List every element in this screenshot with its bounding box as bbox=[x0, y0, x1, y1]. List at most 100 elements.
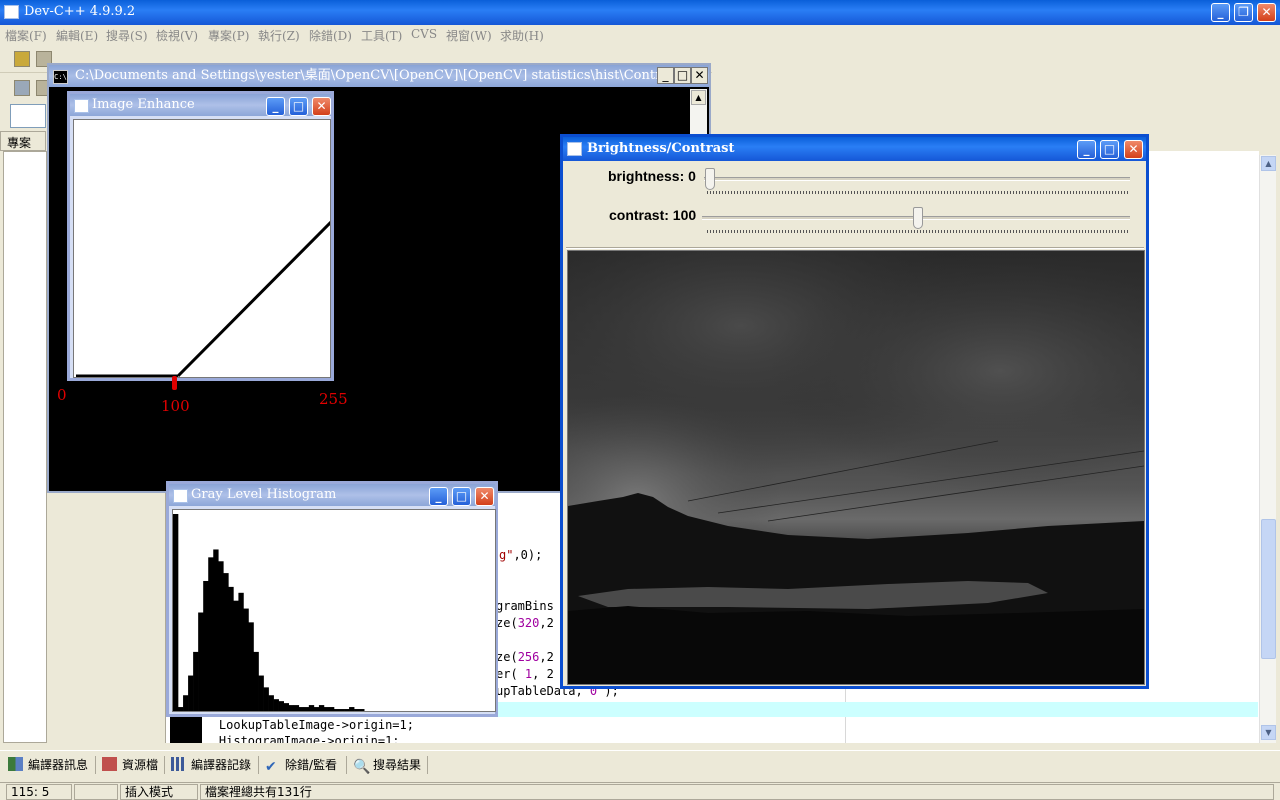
histogram-bar bbox=[253, 651, 259, 711]
brightness-track[interactable] bbox=[704, 177, 1130, 181]
histogram-bar bbox=[208, 557, 214, 711]
insert-mode: 插入模式 bbox=[120, 784, 198, 800]
console-minimize-button[interactable]: _ bbox=[657, 67, 674, 84]
menu-search[interactable]: 搜尋(S) bbox=[106, 27, 148, 44]
editor-vertical-scrollbar[interactable]: ▲ ▼ bbox=[1259, 155, 1276, 743]
histogram-svg bbox=[173, 514, 365, 711]
code-line: gramBins bbox=[496, 599, 554, 613]
contrast-slider-thumb[interactable] bbox=[913, 207, 923, 229]
histogram-bar bbox=[328, 707, 335, 711]
tab-debug-watch[interactable]: ✔ 除錯/監看 bbox=[265, 755, 337, 775]
menu-cvs[interactable]: CVS bbox=[411, 27, 437, 41]
brightness-label: brightness: 0 bbox=[608, 168, 696, 184]
axis-label-255: 255 bbox=[319, 390, 348, 408]
console-title-bar[interactable]: C:\ C:\Documents and Settings\yester\桌面\… bbox=[49, 65, 709, 87]
cursor-position: 115: 5 bbox=[6, 784, 72, 800]
histogram-bar bbox=[349, 707, 355, 711]
histogram-minimize-button[interactable]: _ bbox=[429, 487, 448, 506]
console-maximize-button[interactable]: □ bbox=[674, 67, 691, 84]
code-line: LookupTableImage->origin=1; bbox=[190, 718, 414, 732]
menu-debug[interactable]: 除錯(D) bbox=[309, 27, 352, 44]
menu-file[interactable]: 檔案(F) bbox=[5, 27, 47, 44]
histogram-bar bbox=[238, 592, 244, 711]
histogram-window[interactable]: Gray Level Histogram _ □ ✕ bbox=[166, 481, 498, 717]
histogram-close-button[interactable]: ✕ bbox=[475, 487, 494, 506]
tab-compiler-messages[interactable]: 編譯器訊息 bbox=[8, 755, 88, 775]
tab-resources[interactable]: 資源檔 bbox=[102, 755, 158, 775]
histogram-bar bbox=[288, 705, 295, 711]
bc-close-button[interactable]: ✕ bbox=[1124, 140, 1143, 159]
menu-edit[interactable]: 編輯(E) bbox=[56, 27, 98, 44]
histogram-title: Gray Level Histogram bbox=[191, 487, 337, 502]
histogram-bar bbox=[248, 622, 254, 711]
tab-search-results[interactable]: 🔍 搜尋結果 bbox=[353, 755, 421, 775]
code-line: ze(256,2 bbox=[496, 650, 554, 664]
histogram-title-bar[interactable]: Gray Level Histogram _ □ ✕ bbox=[169, 484, 495, 506]
histogram-bar bbox=[268, 695, 274, 711]
status-bar: 115: 5 插入模式 檔案裡總共有131行 bbox=[0, 782, 1280, 800]
bottom-tab-bar: 編譯器訊息 資源檔 編譯器記錄 ✔ 除錯/監看 🔍 搜尋結果 bbox=[0, 750, 1280, 776]
enhance-maximize-button[interactable]: □ bbox=[289, 97, 308, 116]
histogram-bar bbox=[323, 707, 330, 711]
minimize-button[interactable]: _ bbox=[1211, 3, 1230, 22]
histogram-bar bbox=[334, 709, 340, 711]
histogram-bar bbox=[298, 707, 305, 711]
histogram-bar bbox=[183, 695, 189, 711]
scroll-up-icon[interactable]: ▲ bbox=[1261, 156, 1276, 171]
histogram-bar bbox=[258, 675, 264, 711]
brightness-ticks bbox=[707, 191, 1129, 194]
menu-project[interactable]: 專案(P) bbox=[208, 27, 249, 44]
bc-maximize-button[interactable]: □ bbox=[1100, 140, 1119, 159]
close-button[interactable]: ✕ bbox=[1257, 3, 1276, 22]
menu-view[interactable]: 檢視(V) bbox=[156, 27, 198, 44]
scrollbar-thumb[interactable] bbox=[1261, 519, 1276, 659]
enhance-minimize-button[interactable]: _ bbox=[266, 97, 285, 116]
enhance-title-bar[interactable]: Image Enhance _ □ ✕ bbox=[70, 94, 331, 116]
enhance-close-button[interactable]: ✕ bbox=[312, 97, 331, 116]
axis-label-100: 100 bbox=[161, 397, 190, 415]
devcpp-app-icon bbox=[4, 5, 19, 19]
menu-tools[interactable]: 工具(T) bbox=[361, 27, 402, 44]
checkmark-icon: ✔ bbox=[265, 759, 277, 775]
scroll-down-icon[interactable]: ▼ bbox=[1261, 725, 1276, 740]
histogram-bar bbox=[303, 707, 310, 711]
tab-divider bbox=[258, 756, 259, 774]
menu-help[interactable]: 求助(H) bbox=[500, 27, 544, 44]
tab-compile-log[interactable]: 編譯器記錄 bbox=[171, 755, 251, 775]
scroll-up-icon[interactable]: ▲ bbox=[691, 90, 706, 105]
histogram-bar bbox=[243, 608, 249, 711]
resource-icon bbox=[102, 757, 117, 771]
histogram-bar bbox=[339, 709, 345, 711]
histogram-bar bbox=[293, 705, 300, 711]
console-icon: C:\ bbox=[53, 70, 68, 84]
foreground-shore bbox=[568, 606, 1144, 684]
histogram-bar bbox=[223, 573, 229, 711]
histogram-bar bbox=[318, 705, 325, 711]
bc-title-bar[interactable]: Brightness/Contrast _ □ ✕ bbox=[563, 137, 1146, 161]
brightness-slider-thumb[interactable] bbox=[705, 168, 715, 190]
tab-project[interactable]: 專案 bbox=[0, 131, 46, 151]
menu-window[interactable]: 視窗(W) bbox=[446, 27, 492, 44]
grid-icon[interactable] bbox=[14, 80, 30, 96]
histogram-maximize-button[interactable]: □ bbox=[452, 487, 471, 506]
landscape-image bbox=[567, 250, 1145, 685]
histogram-bar bbox=[193, 651, 199, 711]
code-line: er( 1, 2 bbox=[496, 667, 554, 681]
bc-minimize-button[interactable]: _ bbox=[1077, 140, 1096, 159]
tab-divider bbox=[164, 756, 165, 774]
image-enhance-window[interactable]: Image Enhance _ □ ✕ bbox=[67, 91, 334, 381]
main-title-bar[interactable]: Dev-C++ 4.9.9.2 _ ❐ ✕ bbox=[0, 0, 1280, 25]
project-icon[interactable] bbox=[14, 51, 30, 67]
histogram-bar bbox=[173, 514, 179, 711]
console-close-button[interactable]: ✕ bbox=[691, 67, 708, 84]
menu-execute[interactable]: 執行(Z) bbox=[258, 27, 300, 44]
menu-bar: 檔案(F) 編輯(E) 搜尋(S) 檢視(V) 專案(P) 執行(Z) 除錯(D… bbox=[0, 25, 548, 43]
brightness-contrast-window[interactable]: Brightness/Contrast _ □ ✕ brightness: 0 … bbox=[560, 134, 1149, 689]
restore-button[interactable]: ❐ bbox=[1234, 3, 1253, 22]
histogram-bar bbox=[263, 687, 269, 711]
threshold-marker bbox=[172, 376, 177, 390]
code-line: g",0); bbox=[499, 548, 543, 562]
class-combo[interactable] bbox=[10, 104, 46, 128]
main-window-title: Dev-C++ 4.9.9.2 bbox=[24, 4, 136, 19]
grid-icon bbox=[8, 757, 23, 771]
